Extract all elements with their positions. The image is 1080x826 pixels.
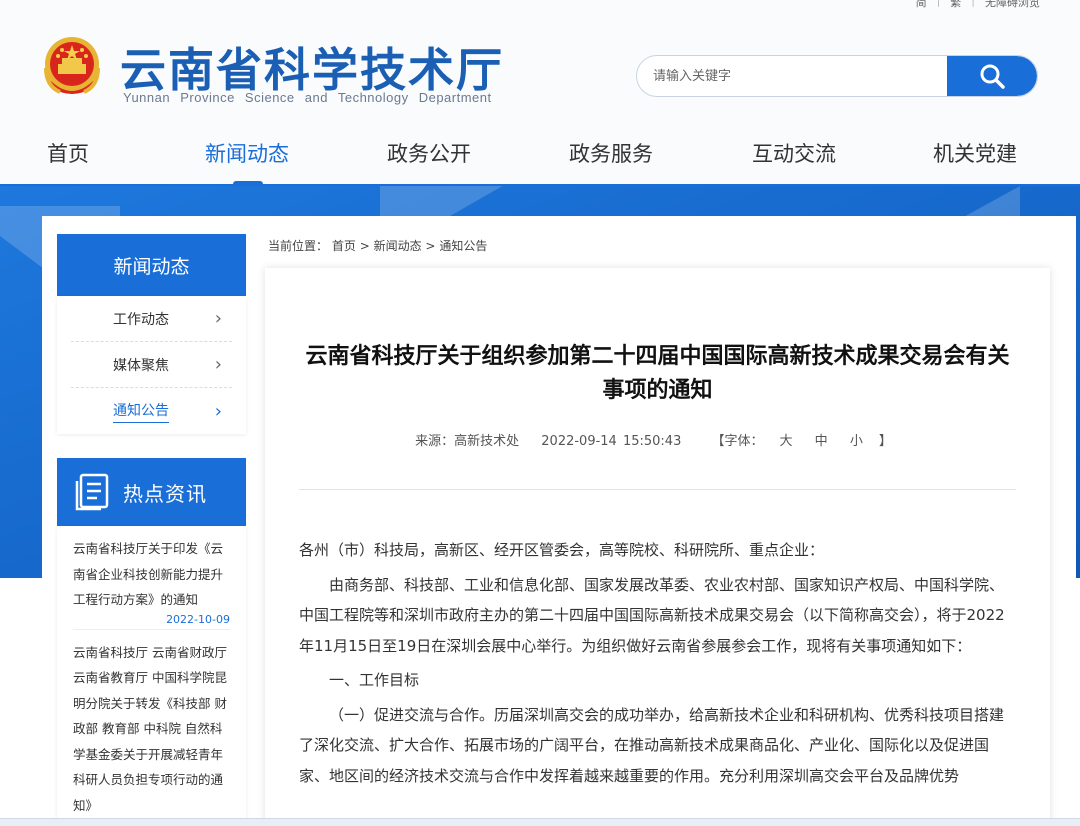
simplified-link[interactable]: 简	[916, 0, 927, 10]
font-size-control: 【字体： 大 中 小】	[704, 434, 900, 449]
breadcrumb-home[interactable]: 首页	[332, 239, 356, 253]
sidebar-item-work-news[interactable]: 工作动态 ›	[71, 296, 232, 342]
hot-news-title: 热点资讯	[123, 481, 207, 506]
breadcrumb-separator: >	[359, 239, 370, 253]
article-divider	[299, 489, 1016, 490]
sidebar-item-label: 通知公告	[113, 400, 169, 423]
nav-news[interactable]: 新闻动态	[205, 138, 289, 168]
hot-news-text: 云南省科技厅关于印发《云南省企业科技创新能力提升工程行动方案》的通知	[73, 541, 224, 607]
article-source: 来源：高新技术处	[415, 434, 520, 449]
article-paragraph: 由商务部、科技部、工业和信息化部、国家发展改革委、农业农村部、国家知识产权局、中…	[299, 575, 1005, 655]
site-header: 简 | 繁 | 无障碍浏览 云南省科学技术厅 Yunnan Province S…	[0, 0, 1080, 186]
font-size-medium[interactable]: 中	[815, 434, 828, 449]
hot-news-text: 云南省科技厅 云南省财政厅 云南省教育厅 中国科学院昆明分院关于转发《科技部 财…	[73, 644, 227, 813]
article-section-heading: 一、工作目标	[329, 671, 420, 689]
top-links: 简 | 繁 | 无障碍浏览	[916, 0, 1040, 10]
search-icon	[980, 64, 1005, 89]
hot-news-heading: 热点资讯	[57, 458, 246, 526]
article-datetime: 2022-09-14 15:50:43	[541, 434, 682, 449]
nav-gov-affairs[interactable]: 政务公开	[387, 138, 471, 168]
nav-interaction[interactable]: 互动交流	[752, 138, 836, 168]
nav-party-building[interactable]: 机关党建	[933, 138, 1017, 168]
search-input[interactable]	[653, 56, 953, 96]
breadcrumb-news[interactable]: 新闻动态	[374, 239, 422, 253]
sidebar-item-notices[interactable]: 通知公告 ›	[71, 388, 232, 434]
nav-gov-services[interactable]: 政务服务	[569, 138, 653, 168]
list-item[interactable]: 云南省科技厅 云南省财政厅 云南省教育厅 中国科学院昆明分院关于转发《科技部 财…	[57, 630, 246, 826]
separator: |	[971, 0, 975, 7]
site-subtitle: Yunnan Province Science and Technology D…	[123, 90, 492, 105]
main-nav: 首页 新闻动态 政务公开 政务服务 互动交流 机关党建	[0, 130, 1080, 174]
bottom-edge-strip	[0, 818, 1080, 826]
sidebar-heading: 新闻动态	[57, 234, 246, 296]
document-icon	[75, 473, 109, 511]
article-paragraph: （一）促进交流与合作。历届深圳高交会的成功举办，给高新技术企业和科研机构、优秀科…	[299, 705, 1005, 785]
chevron-right-icon: ›	[214, 308, 222, 329]
article-paragraph: 各州（市）科技局，高新区、经开区管委会，高等院校、科研院所、重点企业：	[299, 541, 825, 559]
sidebar-menu: 工作动态 › 媒体聚焦 › 通知公告 ›	[57, 296, 246, 434]
accessibility-link[interactable]: 无障碍浏览	[985, 0, 1040, 10]
national-emblem-icon	[44, 37, 100, 94]
sidebar-item-label: 媒体聚焦	[113, 357, 169, 374]
search-button[interactable]	[947, 56, 1037, 96]
breadcrumb-prefix: 当前位置：	[268, 239, 329, 253]
article-meta: 来源：高新技术处 2022-09-14 15:50:43 【字体： 大 中 小】	[265, 430, 1050, 449]
sidebar-item-media-focus[interactable]: 媒体聚焦 ›	[71, 342, 232, 388]
article-title: 云南省科技厅关于组织参加第二十四届中国国际高新技术成果交易会有关事项的通知	[305, 344, 1010, 403]
chevron-right-icon: ›	[214, 400, 222, 422]
font-size-close: 】	[878, 434, 892, 449]
list-item[interactable]: 云南省科技厅关于印发《云南省企业科技创新能力提升工程行动方案》的通知 2022-…	[57, 526, 246, 630]
traditional-link[interactable]: 繁	[950, 0, 961, 10]
nav-home[interactable]: 首页	[47, 138, 89, 168]
breadcrumb-separator: >	[425, 239, 436, 253]
font-size-large[interactable]: 大	[780, 434, 793, 449]
font-size-small[interactable]: 小	[850, 434, 863, 449]
breadcrumb: 当前位置： 首页 > 新闻动态 > 通知公告	[268, 237, 487, 254]
hot-news-date: 2022-10-09	[73, 613, 230, 630]
article-card: 云南省科技厅关于组织参加第二十四届中国国际高新技术成果交易会有关事项的通知 来源…	[265, 268, 1050, 826]
search-box	[636, 55, 1038, 97]
article-body: 各州（市）科技局，高新区、经开区管委会，高等院校、科研院所、重点企业： 由商务部…	[299, 535, 1016, 791]
hot-news-list: 云南省科技厅关于印发《云南省企业科技创新能力提升工程行动方案》的通知 2022-…	[57, 526, 246, 826]
sidebar-item-label: 工作动态	[113, 311, 169, 328]
chevron-right-icon: ›	[214, 354, 222, 375]
separator: |	[936, 0, 941, 7]
font-size-label: 【字体：	[711, 434, 764, 449]
breadcrumb-notices[interactable]: 通知公告	[439, 239, 487, 253]
